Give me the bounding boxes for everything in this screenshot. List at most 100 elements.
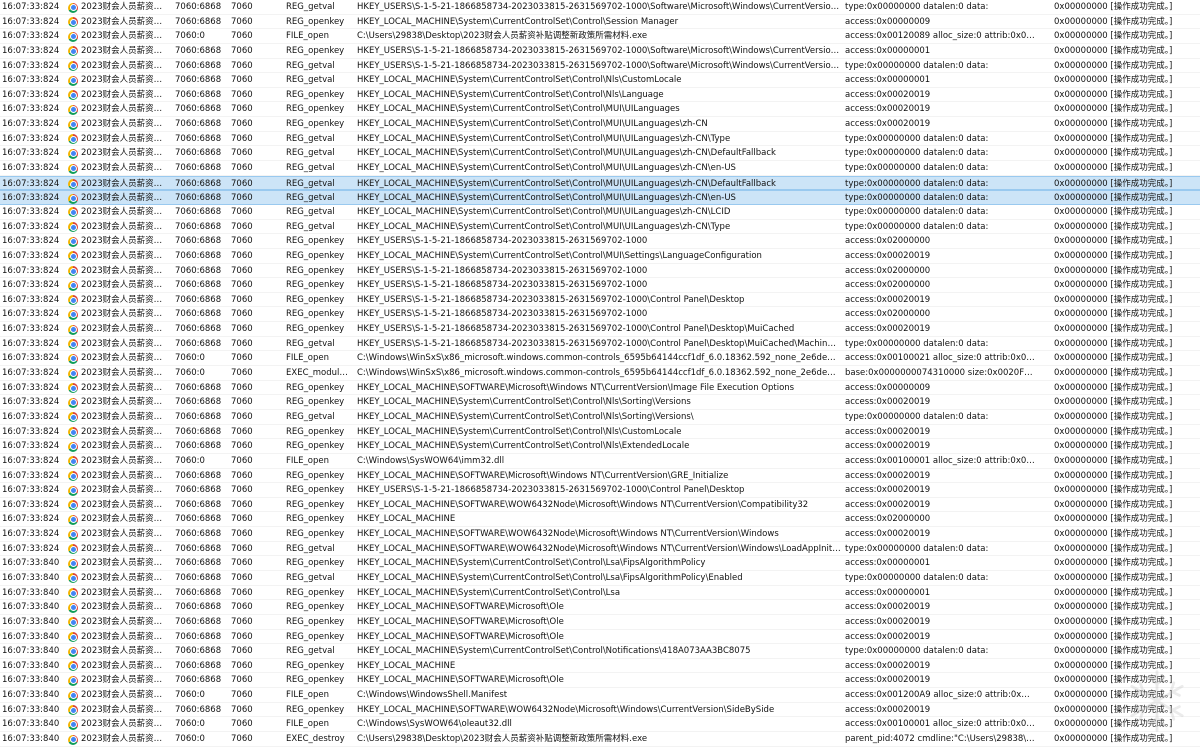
- cell-pid: 7060: [231, 426, 253, 437]
- cell-time: 16:07:33:840: [2, 675, 60, 686]
- table-row[interactable]: 16:07:33:824 2023财会人员薪资补... 7060:6868 7060 R…: [0, 542, 1200, 557]
- table-row[interactable]: 16:07:33:824 2023财会人员薪资补... 7060:6868 7060 R…: [0, 102, 1200, 118]
- table-row[interactable]: 16:07:33:824 2023财会人员薪资补... 7060:6868 7060 R…: [0, 234, 1200, 249]
- cell-operation: REG_getval: [286, 163, 335, 174]
- cell-pid: 7060: [231, 660, 253, 671]
- cell-operation: REG_getval: [286, 75, 335, 86]
- table-row[interactable]: 16:07:33:840 2023财会人员薪资补... 7060:0 7060 EXEC…: [0, 732, 1200, 747]
- table-row[interactable]: 16:07:33:840 2023财会人员薪资补... 7060:6868 7060 R…: [0, 703, 1200, 718]
- cell-path: C:\Windows\WindowsShell.Manifest: [357, 690, 508, 701]
- table-row[interactable]: 16:07:33:824 2023财会人员薪资补... 7060:0 7060 FILE…: [0, 454, 1200, 469]
- table-row[interactable]: 16:07:33:840 2023财会人员薪资补... 7060:6868 7060 R…: [0, 571, 1200, 586]
- table-row[interactable]: 16:07:33:824 2023财会人员薪资补... 7060:6868 7060 R…: [0, 293, 1200, 308]
- cell-result: 0x00000000 [操作成功完成。]: [1054, 616, 1173, 627]
- table-row[interactable]: 16:07:33:824 2023财会人员薪资补... 7060:0 7060 FILE…: [0, 351, 1200, 367]
- cell-operation: REG_openkey: [286, 324, 345, 335]
- cell-detail: access:0x00020019: [845, 441, 931, 452]
- cell-pid-tid: 7060:6868: [175, 236, 222, 247]
- table-row[interactable]: 16:07:33:824 2023财会人员薪资补... 7060:6868 7060 R…: [0, 483, 1200, 498]
- table-row[interactable]: 16:07:33:824 2023财会人员薪资补... 7060:6868 7060 R…: [0, 512, 1200, 528]
- table-row[interactable]: 16:07:33:824 2023财会人员薪资补... 7060:6868 7060 R…: [0, 15, 1200, 30]
- table-row[interactable]: 16:07:33:824 2023财会人员薪资补... 7060:6868 7060 R…: [0, 190, 1200, 205]
- table-row[interactable]: 16:07:33:824 2023财会人员薪资补... 7060:6868 7060 R…: [0, 307, 1200, 323]
- cell-pid-tid: 7060:6868: [175, 45, 222, 56]
- table-row[interactable]: 16:07:33:824 2023财会人员薪资补... 7060:6868 7060 R…: [0, 337, 1200, 352]
- cell-operation: REG_openkey: [286, 704, 345, 715]
- table-row[interactable]: 16:07:33:824 2023财会人员薪资补... 7060:6868 7060 R…: [0, 527, 1200, 542]
- table-row[interactable]: 16:07:33:840 2023财会人员薪资补... 7060:6868 7060 R…: [0, 556, 1200, 571]
- cell-operation: FILE_open: [286, 455, 329, 466]
- chrome-icon-glyph: [68, 368, 78, 379]
- table-row[interactable]: 16:07:33:824 2023财会人员薪资补... 7060:6868 7060 R…: [0, 498, 1200, 513]
- table-row[interactable]: 16:07:33:824 2023财会人员薪资补... 7060:6868 7060 R…: [0, 117, 1200, 132]
- table-row[interactable]: 16:07:33:824 2023财会人员薪资补... 7060:0 7060 FILE…: [0, 29, 1200, 44]
- cell-time: 16:07:33:840: [2, 616, 60, 627]
- table-row[interactable]: 16:07:33:824 2023财会人员薪资补... 7060:6868 7060 R…: [0, 381, 1200, 396]
- table-row[interactable]: 16:07:33:824 2023财会人员薪资补... 7060:6868 7060 R…: [0, 249, 1200, 264]
- cell-operation: REG_getval: [286, 221, 335, 232]
- cell-detail: type:0x00000000 datalen:0 data:: [845, 178, 989, 189]
- cell-operation: REG_openkey: [286, 485, 345, 496]
- cell-time: 16:07:33:824: [2, 324, 60, 335]
- table-row[interactable]: 16:07:33:824 2023财会人员薪资补... 7060:6868 7060 R…: [0, 161, 1200, 176]
- cell-pid-tid: 7060:6868: [175, 616, 222, 627]
- table-row[interactable]: 16:07:33:824 2023财会人员薪资补... 7060:6868 7060 R…: [0, 278, 1200, 293]
- cell-operation: FILE_open: [286, 353, 329, 364]
- cell-time: 16:07:33:824: [2, 133, 60, 144]
- table-row[interactable]: 16:07:33:840 2023财会人员薪资补... 7060:6868 7060 R…: [0, 586, 1200, 601]
- cell-path: HKEY_LOCAL_MACHINE\System\CurrentControl…: [357, 558, 706, 569]
- table-row[interactable]: 16:07:33:824 2023财会人员薪资补... 7060:6868 7060 R…: [0, 175, 1200, 191]
- cell-time: 16:07:33:824: [2, 16, 60, 27]
- table-row[interactable]: 16:07:33:840 2023财会人员薪资补... 7060:6868 7060 R…: [0, 600, 1200, 615]
- cell-pid-tid: 7060:6868: [175, 426, 222, 437]
- chrome-icon-glyph: [68, 734, 78, 745]
- cell-pid: 7060: [231, 587, 253, 598]
- chrome-icon: [68, 75, 78, 86]
- table-row[interactable]: 16:07:33:840 2023财会人员薪资补... 7060:6868 7060 R…: [0, 659, 1200, 674]
- table-row[interactable]: 16:07:33:824 2023财会人员薪资补... 7060:6868 7060 R…: [0, 439, 1200, 454]
- cell-operation: REG_openkey: [286, 397, 345, 408]
- table-row[interactable]: 16:07:33:824 2023财会人员薪资补... 7060:6868 7060 R…: [0, 205, 1200, 220]
- table-row[interactable]: 16:07:33:824 2023财会人员薪资补... 7060:6868 7060 R…: [0, 410, 1200, 425]
- chrome-icon-glyph: [68, 251, 78, 262]
- table-row[interactable]: 16:07:33:824 2023财会人员薪资补... 7060:6868 7060 R…: [0, 220, 1200, 235]
- cell-operation: REG_openkey: [286, 514, 345, 525]
- table-row[interactable]: 16:07:33:824 2023财会人员薪资补... 7060:0 7060 EXEC…: [0, 366, 1200, 381]
- table-row[interactable]: 16:07:33:840 2023财会人员薪资补... 7060:0 7060 FILE…: [0, 688, 1200, 703]
- table-row[interactable]: 16:07:33:824 2023财会人员薪资补... 7060:6868 7060 R…: [0, 44, 1200, 59]
- cell-time: 16:07:33:824: [2, 455, 60, 466]
- table-row[interactable]: 16:07:33:824 2023财会人员薪资补... 7060:6868 7060 R…: [0, 322, 1200, 337]
- cell-pid-tid: 7060:6868: [175, 558, 222, 569]
- chrome-icon-glyph: [68, 193, 78, 204]
- chrome-icon-glyph: [68, 602, 78, 613]
- cell-path: C:\Users\29838\Desktop\2023财会人员薪资补贴调整新政策…: [357, 734, 648, 745]
- cell-process: 2023财会人员薪资补...: [81, 646, 169, 657]
- cell-pid-tid: 7060:6868: [175, 60, 222, 71]
- cell-path: HKEY_LOCAL_MACHINE\SOFTWARE\Microsoft\Ol…: [357, 602, 564, 613]
- cell-detail: access:0x00020019: [845, 397, 931, 408]
- table-row[interactable]: 16:07:33:840 2023财会人员薪资补... 7060:0 7060 FILE…: [0, 717, 1200, 733]
- table-row[interactable]: 16:07:33:824 2023财会人员薪资补... 7060:6868 7060 R…: [0, 88, 1200, 103]
- table-row[interactable]: 16:07:33:824 2023财会人员薪资补... 7060:6868 7060 R…: [0, 73, 1200, 88]
- cell-time: 16:07:33:824: [2, 426, 60, 437]
- chrome-icon: [68, 280, 78, 291]
- cell-result: 0x00000000 [操作成功完成。]: [1054, 309, 1173, 320]
- cell-pid-tid: 7060:6868: [175, 148, 222, 159]
- table-row[interactable]: 16:07:33:824 2023财会人员薪资补... 7060:6868 7060 R…: [0, 395, 1200, 410]
- chrome-icon: [68, 119, 78, 130]
- cell-pid-tid: 7060:6868: [175, 543, 222, 554]
- table-row[interactable]: 16:07:33:824 2023财会人员薪资补... 7060:6868 7060 R…: [0, 264, 1200, 279]
- cell-path: HKEY_LOCAL_MACHINE\SOFTWARE\Microsoft\Wi…: [357, 382, 795, 393]
- table-row[interactable]: 16:07:33:840 2023财会人员薪资补... 7060:6868 7060 R…: [0, 644, 1200, 659]
- table-row[interactable]: 16:07:33:840 2023财会人员薪资补... 7060:6868 7060 R…: [0, 630, 1200, 645]
- table-row[interactable]: 16:07:33:824 2023财会人员薪资补... 7060:6868 7060 R…: [0, 425, 1200, 440]
- table-row[interactable]: 16:07:33:840 2023财会人员薪资补... 7060:6868 7060 R…: [0, 673, 1200, 689]
- cell-process: 2023财会人员薪资补...: [81, 148, 169, 159]
- table-row[interactable]: 16:07:33:824 2023财会人员薪资补... 7060:6868 7060 R…: [0, 0, 1200, 15]
- cell-result: 0x00000000 [操作成功完成。]: [1054, 602, 1173, 613]
- table-row[interactable]: 16:07:33:824 2023财会人员薪资补... 7060:6868 7060 R…: [0, 469, 1200, 484]
- table-row[interactable]: 16:07:33:824 2023财会人员薪资补... 7060:6868 7060 R…: [0, 132, 1200, 147]
- table-row[interactable]: 16:07:33:824 2023财会人员薪资补... 7060:6868 7060 R…: [0, 59, 1200, 74]
- table-row[interactable]: 16:07:33:840 2023财会人员薪资补... 7060:6868 7060 R…: [0, 615, 1200, 630]
- table-row[interactable]: 16:07:33:824 2023财会人员薪资补... 7060:6868 7060 R…: [0, 146, 1200, 162]
